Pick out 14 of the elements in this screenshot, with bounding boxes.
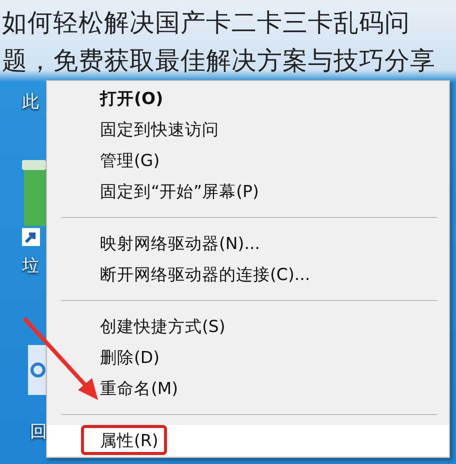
menu-item[interactable]: 映射网络驱动器(N)... [47,228,449,259]
desktop-icon-label[interactable]: 回 [30,422,47,442]
menu-item[interactable]: 创建快捷方式(S) [47,311,449,342]
menu-item[interactable]: 管理(G) [47,145,449,176]
title-overlay: 如何轻松解决国产卡二卡三卡乱码问题，免费获取最佳解决方案与技巧分享 [2,7,436,77]
trash-bin-icon[interactable] [20,160,46,246]
menu-item[interactable]: 断开网络驱动器的连接(C)... [47,259,449,290]
menu-item[interactable]: 删除(D) [47,342,449,373]
desktop-icon-label[interactable]: 垃 [22,256,39,276]
menu-item[interactable]: 重命名(M) [47,373,449,404]
menu-item[interactable]: 属性(R) [47,425,449,456]
menu-item[interactable]: 固定到快速访问 [47,114,449,145]
menu-item[interactable]: 固定到“开始”屏幕(P) [47,176,449,207]
menu-item[interactable]: 打开(O) [47,83,449,114]
